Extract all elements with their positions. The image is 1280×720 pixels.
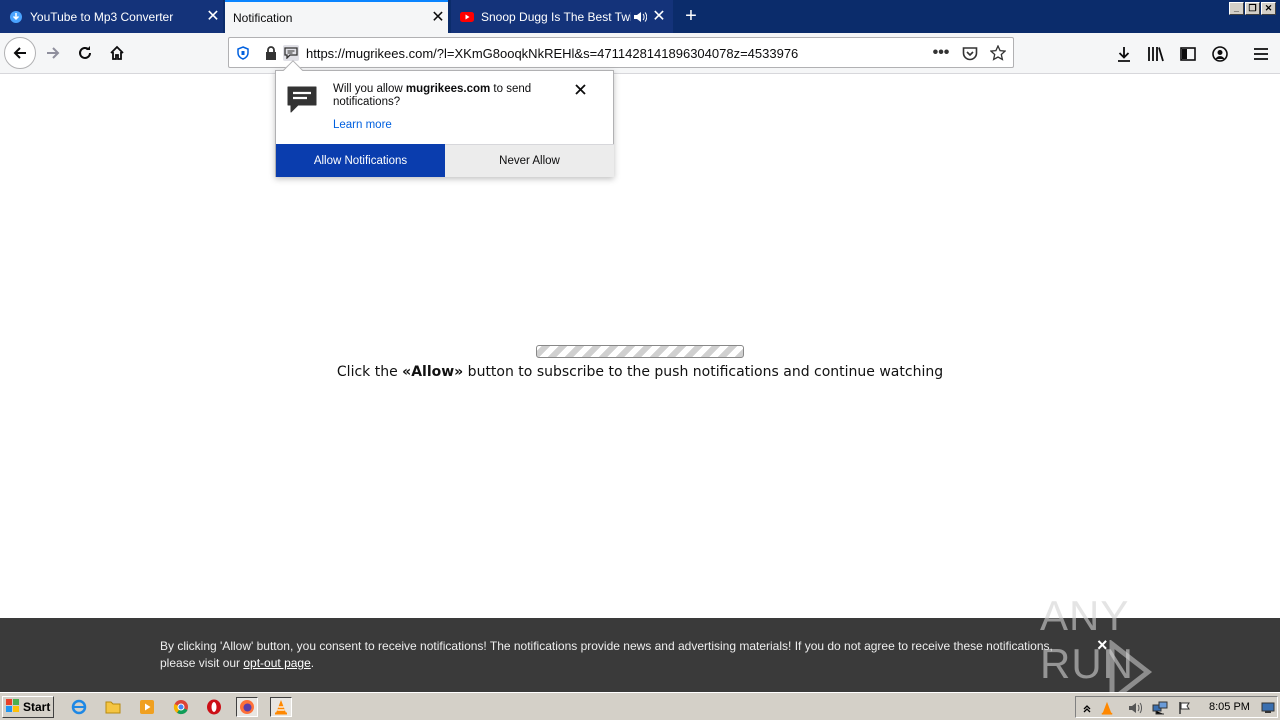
close-tab-icon[interactable]: ✕ [649, 8, 669, 25]
vlc-icon[interactable] [270, 697, 292, 717]
navigation-toolbar: https://mugrikees.com/?l=XKmG8ooqkNkREHl… [0, 33, 1280, 74]
notification-permission-icon[interactable] [283, 45, 299, 61]
window-controls: _ ❐ ✕ [1229, 2, 1276, 15]
chat-bubble-icon [286, 85, 318, 113]
tab-label: Snoop Dugg Is The Best Twitch [481, 9, 631, 24]
close-tab-icon[interactable]: ✕ [428, 9, 448, 26]
system-tray: 8:05 PM [1075, 696, 1278, 718]
tab-snoop-dugg[interactable]: Snoop Dugg Is The Best Twitch ✕ [451, 0, 673, 33]
tab-notification[interactable]: Notification ✕ [225, 0, 448, 33]
file-explorer-icon[interactable] [102, 697, 124, 717]
chrome-icon[interactable] [170, 697, 192, 717]
library-icon[interactable] [1147, 45, 1165, 63]
tab-label: YouTube to Mp3 Converter [30, 9, 174, 24]
forward-arrow-icon [47, 47, 60, 59]
hamburger-menu-icon[interactable] [1252, 45, 1270, 63]
opt-out-link[interactable]: opt-out page [243, 656, 310, 670]
close-window-button[interactable]: ✕ [1261, 2, 1276, 15]
permission-domain: mugrikees.com [405, 83, 491, 95]
learn-more-link[interactable]: Learn more [333, 119, 392, 131]
home-button[interactable] [101, 37, 133, 69]
firefox-icon[interactable] [236, 697, 258, 717]
youtube-icon [459, 9, 475, 25]
allow-notifications-button[interactable]: Allow Notifications [276, 144, 445, 177]
minimize-button[interactable]: _ [1229, 2, 1244, 15]
message-allow-word: «Allow» [402, 364, 464, 380]
tab-label: Notification [233, 10, 293, 25]
back-arrow-icon [13, 47, 26, 59]
network-icon[interactable] [1152, 700, 1168, 716]
consent-line-2: please visit our opt-out page. [160, 655, 1070, 672]
address-bar[interactable]: https://mugrikees.com/?l=XKmG8ooqkNkREHl… [228, 37, 1014, 68]
progress-bar [536, 345, 744, 358]
show-desktop-icon[interactable] [1260, 700, 1276, 716]
account-icon[interactable] [1211, 45, 1229, 63]
tab-youtube-mp3[interactable]: YouTube to Mp3 Converter ✕ [0, 0, 223, 33]
message-suffix: button to subscribe to the push notifica… [463, 364, 944, 380]
consent-banner: By clicking 'Allow' button, you consent … [0, 618, 1280, 692]
notification-permission-popup: Will you allow mugrikees.com to send not… [275, 60, 614, 177]
action-center-flag-icon[interactable] [1177, 700, 1193, 716]
tab-strip: YouTube to Mp3 Converter ✕ Notification … [0, 0, 1280, 33]
back-button[interactable] [4, 37, 36, 69]
consent-line-2-suffix: . [310, 656, 315, 670]
lock-icon[interactable] [263, 45, 279, 61]
message-prefix: Will you allow [333, 83, 406, 95]
close-popup-icon[interactable] [572, 81, 588, 97]
forward-button[interactable] [37, 37, 69, 69]
page-message: Click the «Allow» button to subscribe to… [0, 364, 1280, 380]
volume-icon[interactable] [1128, 700, 1144, 716]
download-cloud-icon [8, 9, 24, 25]
restore-button[interactable]: ❐ [1245, 2, 1260, 15]
windows-taskbar: Start 8:05 PM [0, 692, 1280, 720]
start-button[interactable]: Start [2, 696, 54, 718]
show-hidden-icons-icon[interactable] [1079, 700, 1095, 716]
close-tab-icon[interactable]: ✕ [203, 8, 223, 25]
permission-message: Will you allow mugrikees.com to send not… [333, 83, 573, 109]
speaker-icon[interactable] [631, 11, 649, 23]
media-player-icon[interactable] [136, 697, 158, 717]
sidebar-icon[interactable] [1179, 45, 1197, 63]
windows-logo-icon [6, 699, 20, 715]
home-icon [110, 45, 124, 60]
consent-text: By clicking 'Allow' button, you consent … [160, 638, 1070, 672]
reload-button[interactable] [69, 37, 101, 69]
consent-line-1: By clicking 'Allow' button, you consent … [160, 639, 1053, 653]
vlc-tray-icon[interactable] [1099, 700, 1115, 716]
more-actions-icon[interactable]: ••• [933, 44, 950, 61]
bookmark-star-icon[interactable] [990, 45, 1006, 61]
shield-icon[interactable] [235, 45, 251, 61]
taskbar-clock[interactable]: 8:05 PM [1209, 701, 1250, 713]
close-banner-button[interactable]: × [1097, 635, 1108, 656]
reload-icon [79, 46, 91, 59]
start-label: Start [23, 700, 51, 714]
downloads-icon[interactable] [1115, 45, 1133, 63]
consent-line-2-prefix: please visit our [160, 656, 244, 670]
pocket-icon[interactable] [962, 45, 978, 61]
never-allow-button[interactable]: Never Allow [445, 144, 614, 177]
new-tab-button[interactable]: + [680, 4, 702, 28]
opera-icon[interactable] [203, 697, 225, 717]
message-prefix: Click the [336, 364, 403, 380]
url-text[interactable]: https://mugrikees.com/?l=XKmG8ooqkNkREHl… [306, 46, 798, 61]
internet-explorer-icon[interactable] [68, 697, 90, 717]
